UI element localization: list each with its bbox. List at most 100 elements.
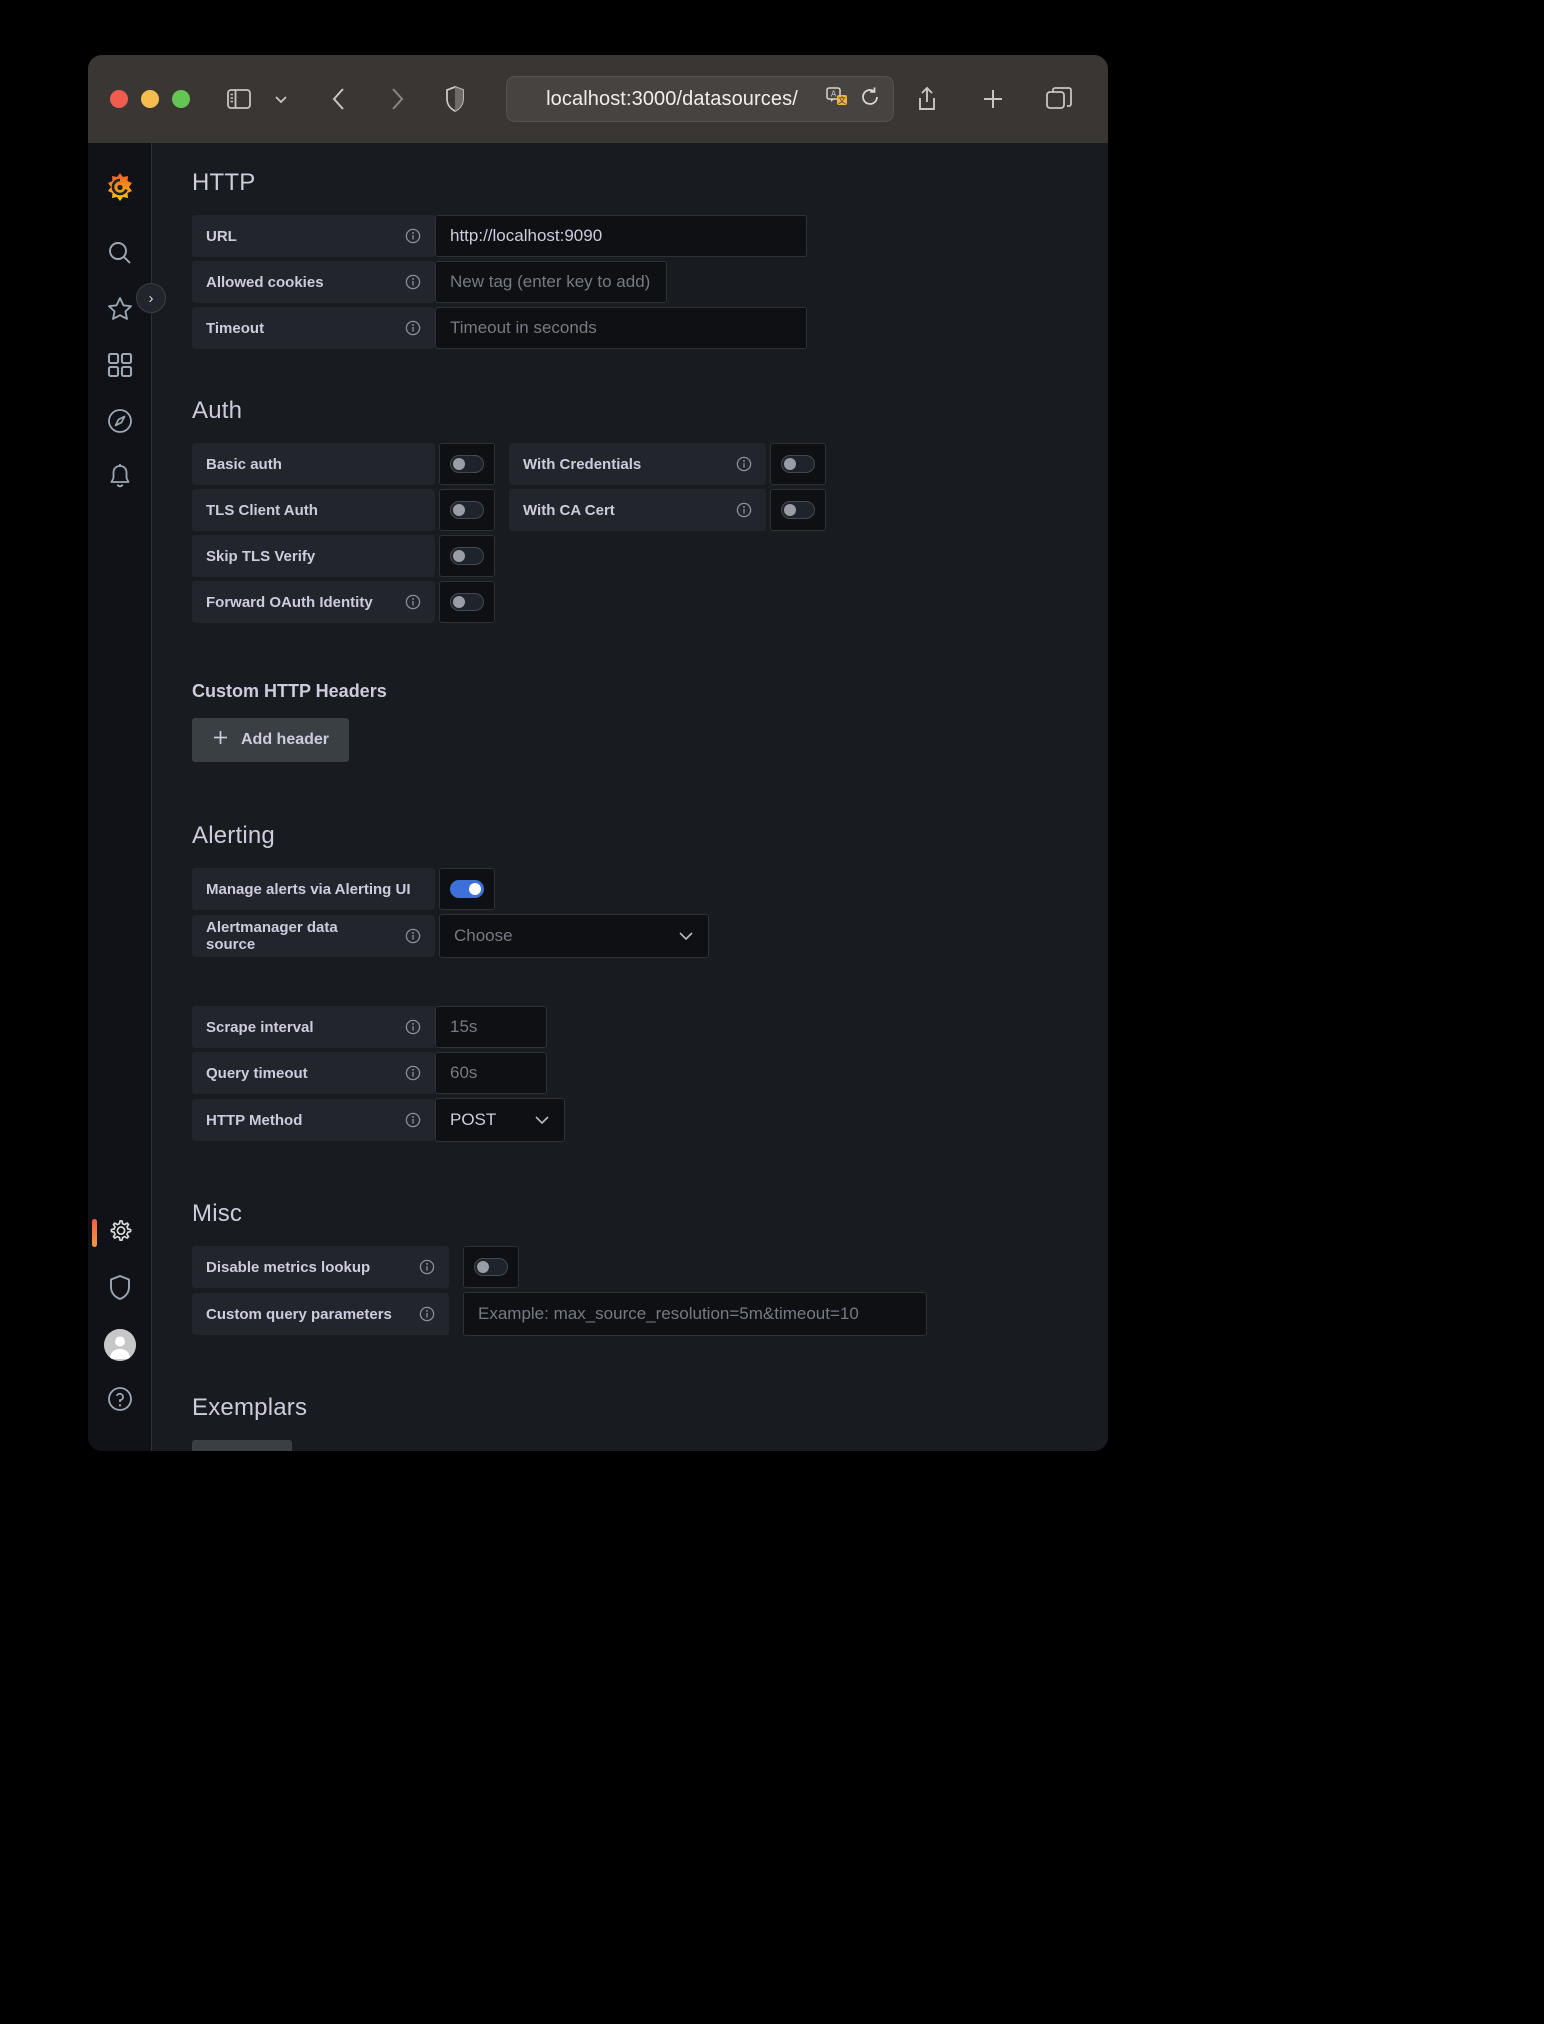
switch-knob bbox=[453, 504, 465, 516]
address-bar[interactable]: localhost:3000/datasources/ A文 bbox=[506, 76, 894, 122]
basic-auth-toggle[interactable] bbox=[439, 443, 495, 485]
info-icon[interactable] bbox=[419, 1259, 435, 1275]
help-circle-icon bbox=[106, 1385, 134, 1418]
disable-metrics-label-cell: Disable metrics lookup bbox=[192, 1246, 449, 1288]
manage-alerts-label-cell: Manage alerts via Alerting UI bbox=[192, 868, 435, 910]
svg-text:文: 文 bbox=[838, 95, 846, 105]
switch-knob bbox=[453, 596, 465, 608]
reload-icon[interactable] bbox=[859, 86, 881, 113]
chevron-down-icon[interactable] bbox=[260, 78, 302, 120]
info-icon[interactable] bbox=[736, 456, 752, 472]
sidebar-item-profile[interactable] bbox=[88, 1317, 152, 1373]
sidebar-item-server-admin[interactable] bbox=[88, 1261, 152, 1317]
sidebar-item-grafana-logo[interactable] bbox=[88, 159, 152, 221]
with-ca-cert-label-cell: With CA Cert bbox=[509, 489, 766, 531]
avatar-icon bbox=[103, 1329, 136, 1361]
browser-toolbar-right bbox=[906, 78, 1086, 120]
info-icon[interactable] bbox=[736, 502, 752, 518]
shield-icon[interactable] bbox=[434, 78, 476, 120]
search-icon bbox=[106, 239, 134, 272]
auth-section-heading: Auth bbox=[192, 397, 243, 424]
add-header-button[interactable]: Add header bbox=[192, 718, 350, 762]
switch-knob bbox=[477, 1261, 489, 1273]
custom-params-input[interactable]: Example: max_source_resolution=5m&timeou… bbox=[463, 1292, 927, 1336]
field-disable-metrics-lookup: Disable metrics lookup bbox=[192, 1246, 1108, 1288]
allowed-cookies-input[interactable]: New tag (enter key to add) bbox=[435, 261, 667, 303]
custom-headers-heading: Custom HTTP Headers bbox=[192, 681, 387, 701]
alertmanager-select[interactable]: Choose bbox=[439, 914, 709, 958]
scrape-interval-label-cell: Scrape interval bbox=[192, 1006, 435, 1048]
sidebar-toggle-icon[interactable] bbox=[218, 78, 260, 120]
tls-client-auth-toggle[interactable] bbox=[439, 489, 495, 531]
disable-metrics-label: Disable metrics lookup bbox=[206, 1258, 371, 1276]
query-timeout-input[interactable]: 60s bbox=[435, 1052, 547, 1094]
url-input[interactable]: http://localhost:9090 bbox=[435, 215, 807, 257]
info-icon[interactable] bbox=[405, 274, 421, 290]
field-http-method: HTTP Method POST bbox=[192, 1098, 1108, 1142]
info-icon[interactable] bbox=[405, 1065, 421, 1081]
scrape-interval-input[interactable]: 15s bbox=[435, 1006, 547, 1048]
with-credentials-label: With Credentials bbox=[523, 455, 642, 473]
disable-metrics-toggle[interactable] bbox=[463, 1246, 519, 1288]
http-method-label-cell: HTTP Method bbox=[192, 1099, 435, 1141]
http-method-select[interactable]: POST bbox=[435, 1098, 565, 1142]
sidebar-item-dashboards[interactable] bbox=[88, 339, 152, 395]
sidebar-bottom-items bbox=[88, 1205, 152, 1451]
info-icon[interactable] bbox=[405, 928, 421, 944]
forward-oauth-identity-label-cell: Forward OAuth Identity bbox=[192, 581, 435, 623]
sidebar-item-alerting[interactable] bbox=[88, 451, 152, 507]
field-manage-alerts: Manage alerts via Alerting UI bbox=[192, 868, 1108, 910]
exemplars-section-heading: Exemplars bbox=[192, 1394, 308, 1421]
plus-icon bbox=[212, 729, 229, 751]
back-chevron-icon[interactable] bbox=[318, 78, 360, 120]
query-timeout-label-cell: Query timeout bbox=[192, 1052, 435, 1094]
info-icon[interactable] bbox=[405, 1019, 421, 1035]
info-icon[interactable] bbox=[405, 594, 421, 610]
alerting-section-heading: Alerting bbox=[192, 822, 275, 849]
minimize-window-button[interactable] bbox=[141, 90, 159, 108]
timeout-input[interactable]: Timeout in seconds bbox=[435, 307, 807, 349]
sidebar-item-configuration[interactable] bbox=[88, 1205, 152, 1261]
switch-knob bbox=[453, 550, 465, 562]
star-icon bbox=[106, 295, 134, 328]
info-icon[interactable] bbox=[405, 320, 421, 336]
browser-titlebar: localhost:3000/datasources/ A文 bbox=[88, 55, 1108, 143]
info-icon[interactable] bbox=[419, 1306, 435, 1322]
forward-oauth-identity-toggle[interactable] bbox=[439, 581, 495, 623]
sidebar-item-explore[interactable] bbox=[88, 395, 152, 451]
add-exemplar-button[interactable]: Add bbox=[192, 1440, 293, 1451]
svg-text:A: A bbox=[831, 89, 837, 98]
with-ca-cert-label: With CA Cert bbox=[523, 501, 615, 519]
info-icon[interactable] bbox=[405, 228, 421, 244]
browser-window: localhost:3000/datasources/ A文 › HTTP UR… bbox=[88, 55, 1108, 1451]
field-basic-auth: Basic auth With Credentials bbox=[192, 443, 1108, 485]
field-skip-tls-verify: Skip TLS Verify bbox=[192, 535, 1108, 577]
sidebar-item-search[interactable] bbox=[88, 227, 152, 283]
custom-params-label: Custom query parameters bbox=[206, 1305, 392, 1323]
share-icon[interactable] bbox=[906, 78, 948, 120]
switch-track bbox=[450, 593, 484, 611]
http-method-label: HTTP Method bbox=[206, 1111, 303, 1129]
misc-section-heading: Misc bbox=[192, 1200, 243, 1227]
switch-knob bbox=[453, 458, 465, 470]
close-window-button[interactable] bbox=[110, 90, 128, 108]
switch-track bbox=[450, 501, 484, 519]
sidebar-item-help[interactable] bbox=[88, 1373, 152, 1429]
timeout-label-cell: Timeout bbox=[192, 307, 435, 349]
tab-overview-icon[interactable] bbox=[1038, 78, 1080, 120]
forward-chevron-icon[interactable] bbox=[376, 78, 418, 120]
forward-oauth-identity-label: Forward OAuth Identity bbox=[206, 593, 373, 611]
alertmanager-label: Alertmanager data source bbox=[206, 919, 338, 953]
new-tab-plus-icon[interactable] bbox=[972, 78, 1014, 120]
maximize-window-button[interactable] bbox=[172, 90, 190, 108]
field-tls-client-auth: TLS Client Auth With CA Cert bbox=[192, 489, 1108, 531]
sidebar-expand-button[interactable]: › bbox=[136, 283, 166, 313]
skip-tls-verify-toggle[interactable] bbox=[439, 535, 495, 577]
with-ca-cert-toggle[interactable] bbox=[770, 489, 826, 531]
grid-icon bbox=[107, 352, 133, 383]
translate-icon[interactable]: A文 bbox=[825, 85, 849, 114]
url-label: URL bbox=[206, 227, 237, 245]
info-icon[interactable] bbox=[405, 1112, 421, 1128]
with-credentials-toggle[interactable] bbox=[770, 443, 826, 485]
manage-alerts-toggle[interactable] bbox=[439, 868, 495, 910]
